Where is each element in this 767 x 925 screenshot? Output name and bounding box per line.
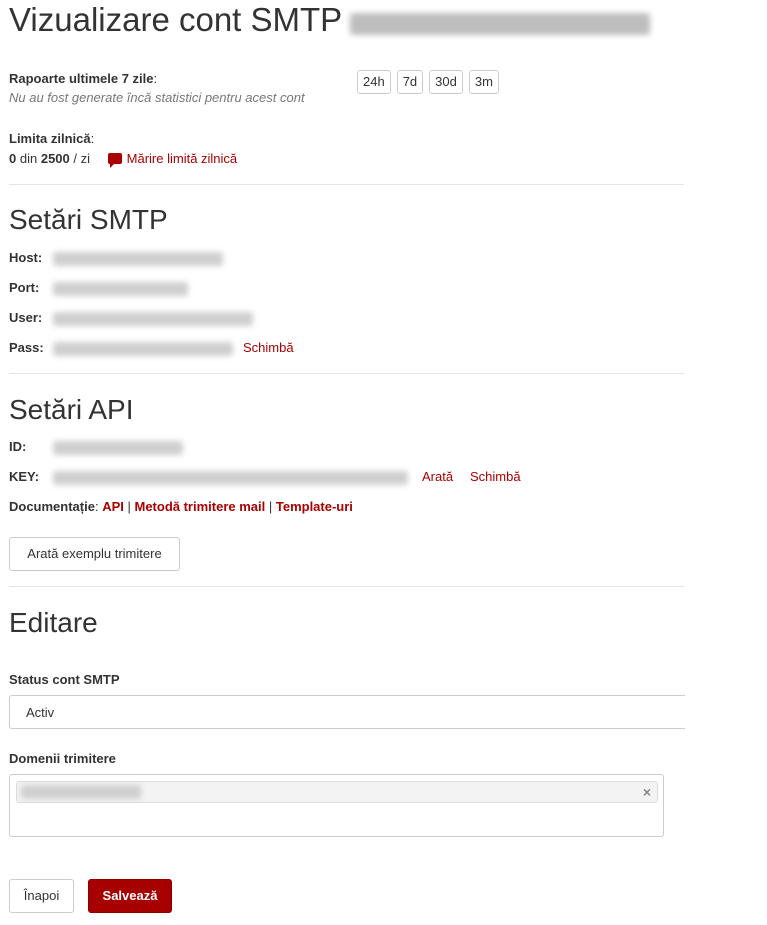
page-title-text: Vizualizare cont SMTP [9,1,343,38]
domains-multiselect[interactable]: × [9,774,664,837]
remove-domain-icon[interactable]: × [643,784,651,800]
port-value-redacted [53,282,188,296]
key-value-redacted [53,471,408,485]
id-value-redacted [53,441,183,455]
limit-label: Limita zilnică [9,131,91,146]
range-buttons: 24h 7d 30d 3m [357,70,505,94]
status-select[interactable]: Activ [9,695,685,729]
range-button-3m[interactable]: 3m [468,70,499,94]
range-button-24h[interactable]: 24h [357,70,391,94]
show-example-button[interactable]: Arată exemplu trimitere [9,537,180,571]
docs-label: Documentație [9,499,95,514]
increase-limit-label: Mărire limită zilnică [126,151,238,166]
port-label: Port: [9,280,40,295]
user-label: User: [9,310,43,325]
limit-total: 2500 [40,151,70,166]
limit-per: / zi [73,151,91,166]
host-label: Host: [9,250,43,265]
status-label: Status cont SMTP [9,672,120,687]
key-show-link[interactable]: Arată [422,469,453,484]
save-button[interactable]: Salvează [88,879,172,913]
divider [9,373,684,374]
pass-change-link[interactable]: Schimbă [243,340,294,355]
back-button[interactable]: Înapoi [9,879,74,913]
limit-used: 0 [9,151,17,166]
api-id-row: ID: [9,439,183,455]
smtp-user-row: User: [9,310,253,326]
comment-icon [107,153,122,168]
reports-label: Rapoarte ultimele 7 zile [9,71,154,86]
docs-send-method-link[interactable]: Metodă trimitere mail [134,499,265,514]
divider [9,586,684,587]
reports-note: Nu au fost generate încă statistici pent… [9,90,305,105]
smtp-host-row: Host: [9,250,223,266]
page-title: Vizualizare cont SMTP [9,0,651,40]
api-heading: Setări API [9,394,134,425]
increase-limit-link[interactable]: Mărire limită zilnică [107,151,238,168]
pass-value-redacted [53,342,233,356]
api-key-row: KEY: Arată Schimbă [9,469,549,485]
smtp-port-row: Port: [9,280,188,296]
smtp-pass-row: Pass: Schimbă [9,340,309,356]
limit-of: din [19,151,38,166]
reports-block: Rapoarte ultimele 7 zile: Nu au fost gen… [9,71,305,105]
domains-label: Domenii trimitere [9,751,116,766]
range-button-30d[interactable]: 30d [429,70,463,94]
user-value-redacted [53,312,253,326]
divider [9,184,684,185]
host-value-redacted [53,252,223,266]
docs-row: Documentație: API | Metodă trimitere mai… [9,499,353,514]
docs-templates-link[interactable]: Template-uri [276,499,353,514]
key-label: KEY: [9,469,40,484]
account-name-redacted [350,13,651,35]
docs-api-link[interactable]: API [102,499,124,514]
domain-tag-value-redacted [21,785,141,799]
limit-block: Limita zilnică: 0 din 2500 / zi Mărire l… [9,131,238,168]
smtp-heading: Setări SMTP [9,204,168,235]
id-label: ID: [9,439,27,454]
pass-label: Pass: [9,340,44,355]
range-button-7d[interactable]: 7d [396,70,424,94]
edit-heading: Editare [9,607,98,638]
key-change-link[interactable]: Schimbă [470,469,521,484]
status-selected-value: Activ [26,705,55,720]
domain-tag: × [16,781,658,803]
